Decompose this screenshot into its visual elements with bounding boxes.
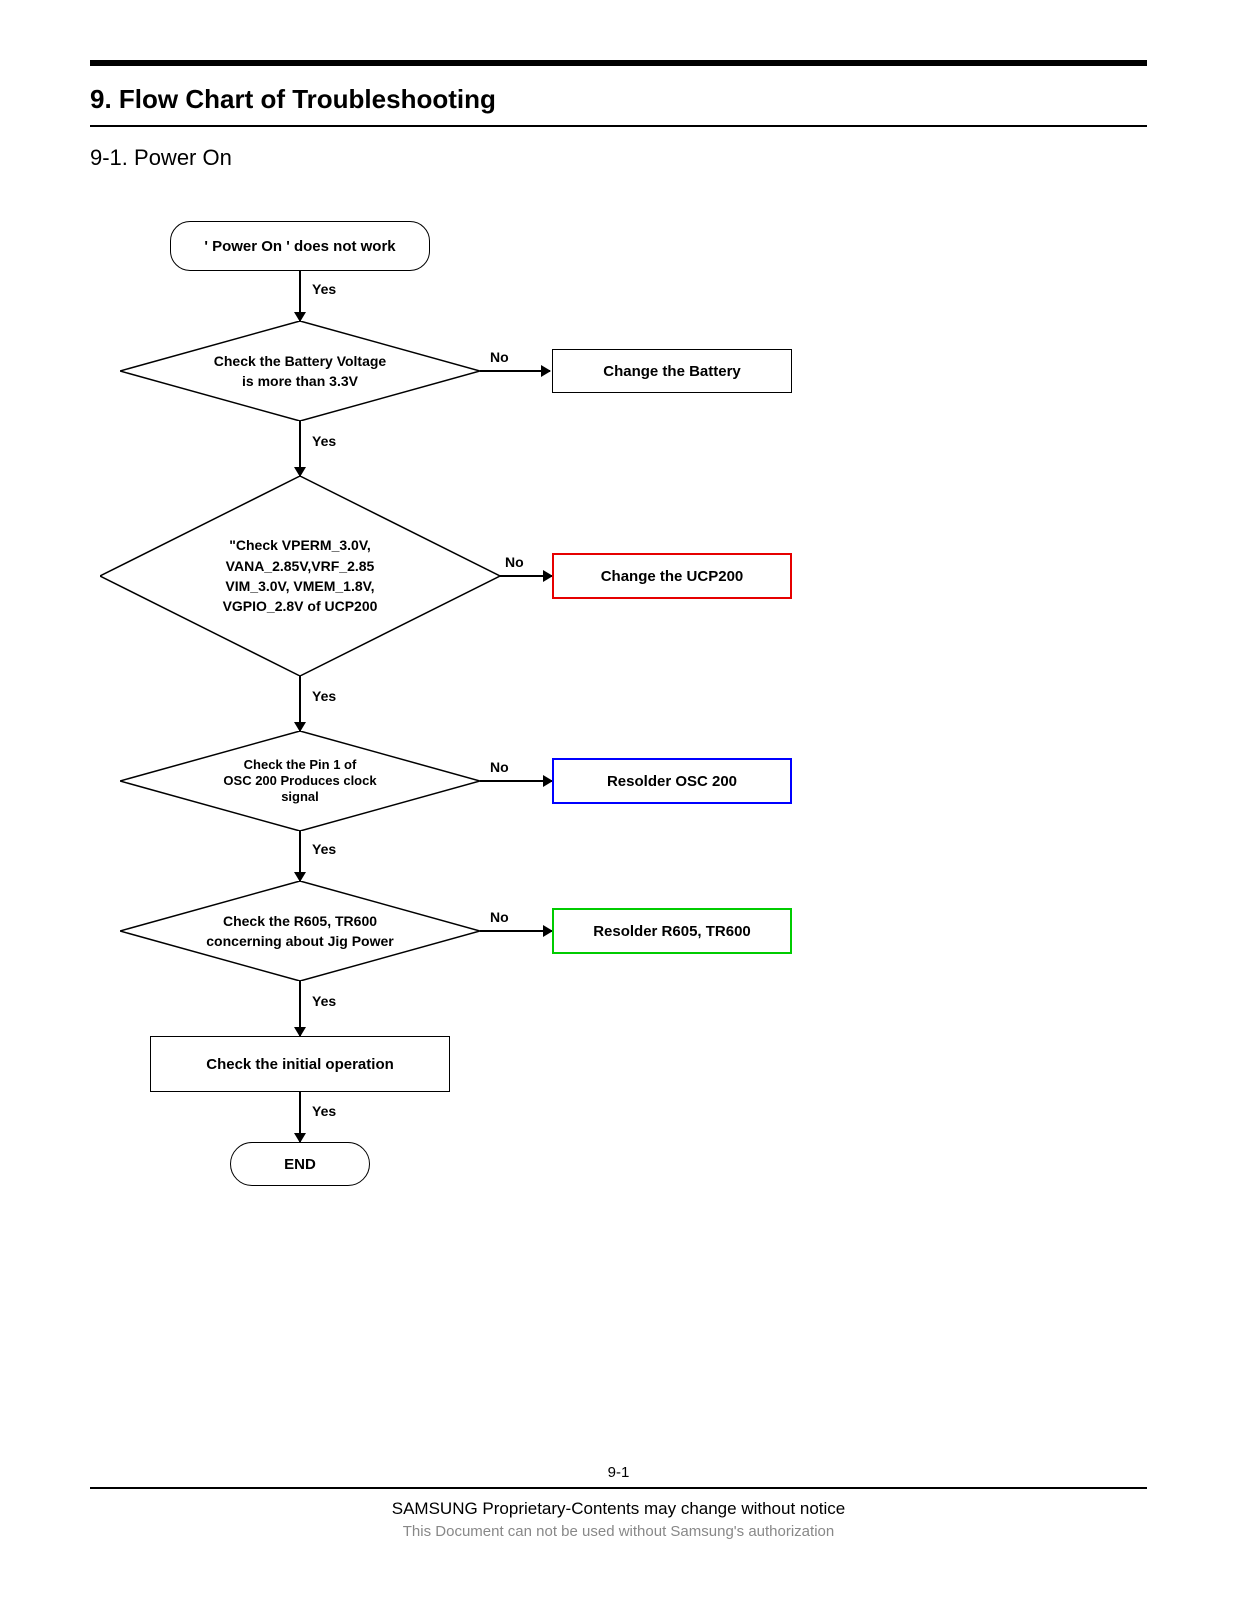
chapter-title: 9. Flow Chart of Troubleshooting xyxy=(90,84,1147,115)
arrow-start-d1 xyxy=(299,271,301,321)
node-p1: Check the initial operation xyxy=(150,1036,450,1092)
lbl-yes-5: Yes xyxy=(312,993,336,1009)
lbl-no-4: No xyxy=(490,909,509,925)
lbl-no-1: No xyxy=(490,349,509,365)
node-d4: Check the R605, TR600 concerning about J… xyxy=(120,881,480,981)
node-d2: "Check VPERM_3.0V, VANA_2.85V,VRF_2.85 V… xyxy=(100,476,500,676)
node-end-label: END xyxy=(284,1156,316,1173)
node-a4-label: Resolder R605, TR600 xyxy=(593,923,751,940)
node-d3-label: Check the Pin 1 of OSC 200 Produces cloc… xyxy=(120,731,480,831)
lbl-yes-6: Yes xyxy=(312,1103,336,1119)
title-underline xyxy=(90,125,1147,127)
arrow-d4-a4 xyxy=(480,930,552,932)
footer-rule xyxy=(90,1487,1147,1489)
node-a3: Resolder OSC 200 xyxy=(552,758,792,804)
arrow-d2-a2 xyxy=(500,575,552,577)
page-number: 9-1 xyxy=(90,1464,1147,1481)
lbl-yes-1: Yes xyxy=(312,281,336,297)
node-a3-label: Resolder OSC 200 xyxy=(607,773,737,790)
node-a4: Resolder R605, TR600 xyxy=(552,908,792,954)
arrow-d3-a3 xyxy=(480,780,552,782)
flowchart: ' Power On ' does not work Yes Check the… xyxy=(90,181,1147,1341)
node-end: END xyxy=(230,1142,370,1186)
arrow-d1-a1 xyxy=(480,370,550,372)
lbl-yes-3: Yes xyxy=(312,688,336,704)
lbl-no-3: No xyxy=(490,759,509,775)
arrow-d1-d2 xyxy=(299,421,301,476)
page-footer: 9-1 SAMSUNG Proprietary-Contents may cha… xyxy=(90,1464,1147,1540)
node-start-label: ' Power On ' does not work xyxy=(204,238,395,255)
arrow-d2-d3 xyxy=(299,676,301,731)
node-a2-label: Change the UCP200 xyxy=(601,568,744,585)
node-d2-label: "Check VPERM_3.0V, VANA_2.85V,VRF_2.85 V… xyxy=(100,476,500,676)
node-d1-label: Check the Battery Voltage is more than 3… xyxy=(120,321,480,421)
arrow-d3-d4 xyxy=(299,831,301,881)
footer-line2: This Document can not be used without Sa… xyxy=(90,1523,1147,1540)
arrow-p1-end xyxy=(299,1092,301,1142)
node-start: ' Power On ' does not work xyxy=(170,221,430,271)
lbl-no-2: No xyxy=(505,554,524,570)
node-d1: Check the Battery Voltage is more than 3… xyxy=(120,321,480,421)
node-p1-label: Check the initial operation xyxy=(206,1056,394,1073)
node-d3: Check the Pin 1 of OSC 200 Produces cloc… xyxy=(120,731,480,831)
arrow-d4-p1 xyxy=(299,981,301,1036)
lbl-yes-4: Yes xyxy=(312,841,336,857)
footer-line1: SAMSUNG Proprietary-Contents may change … xyxy=(90,1499,1147,1519)
lbl-yes-2: Yes xyxy=(312,433,336,449)
node-d4-label: Check the R605, TR600 concerning about J… xyxy=(120,881,480,981)
section-title: 9-1. Power On xyxy=(90,145,1147,171)
top-rule xyxy=(90,60,1147,66)
node-a2: Change the UCP200 xyxy=(552,553,792,599)
node-a1-label: Change the Battery xyxy=(603,363,741,380)
node-a1: Change the Battery xyxy=(552,349,792,393)
